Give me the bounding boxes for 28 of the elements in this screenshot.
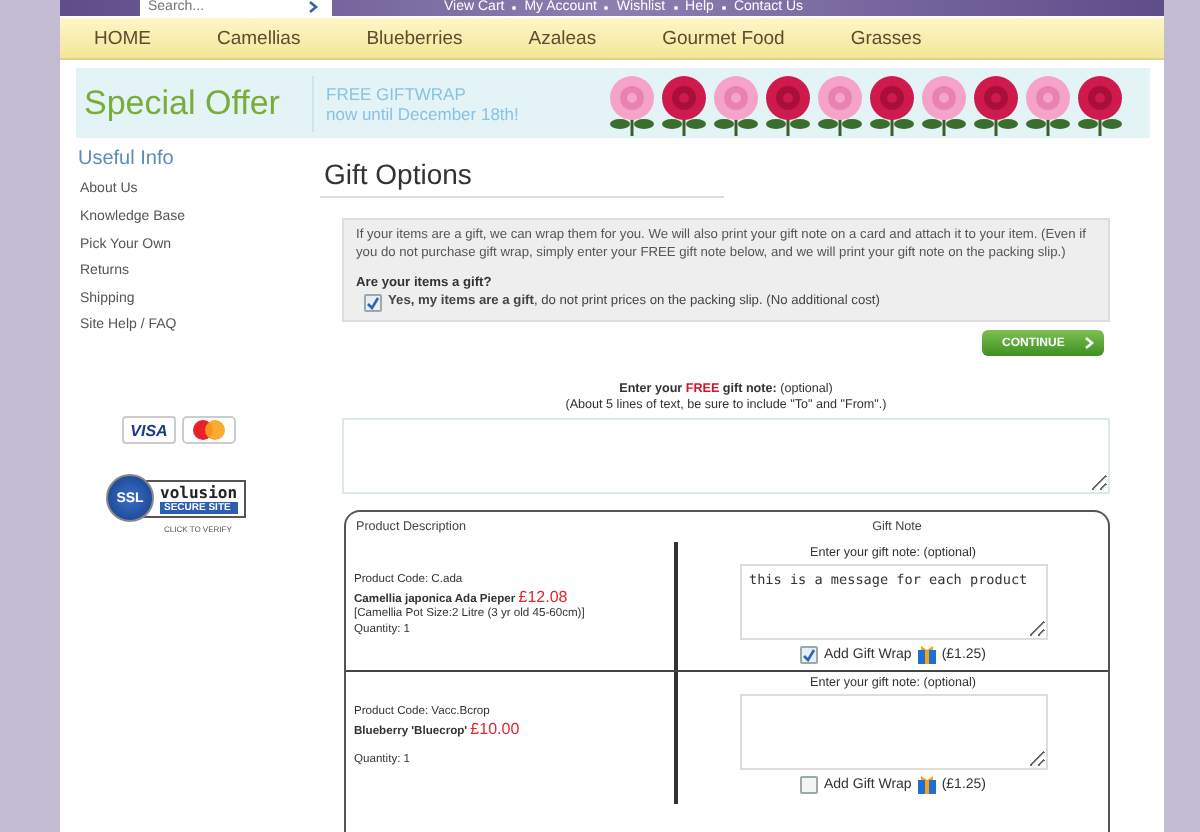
card-logo: VISA: [122, 416, 176, 445]
badge-brand: volusion: [160, 483, 238, 502]
gift-note-field[interactable]: [739, 694, 1047, 770]
bullet-icon: [604, 5, 609, 10]
gift-icon: [917, 776, 936, 794]
checkbox[interactable]: [799, 646, 818, 664]
product-price: £10.00: [470, 719, 520, 738]
page-title: Gift Options: [320, 158, 724, 199]
banner-title: Special Offer: [84, 83, 282, 124]
chevron-right-icon: [1084, 336, 1094, 350]
product-price: £12.08: [518, 587, 568, 605]
banner-text: FREE GIFTWRAP: [326, 83, 468, 104]
gift-icon: [917, 646, 936, 664]
nav-link[interactable]: Grasses: [850, 27, 922, 50]
banner-text: now until December 18th!: [326, 103, 521, 124]
mastercard-logo-icon: [182, 416, 236, 445]
bullet-icon: [673, 5, 678, 10]
nav-link[interactable]: Camellias: [217, 27, 301, 50]
bullet-icon: [512, 5, 517, 10]
checkbox[interactable]: [364, 294, 382, 312]
nav-link[interactable]: Azaleas: [528, 27, 597, 50]
bullet-icon: [721, 5, 726, 10]
nav-link[interactable]: Blueberries: [366, 27, 463, 50]
nav-link[interactable]: HOME: [94, 27, 151, 50]
checkbox[interactable]: [799, 776, 818, 794]
nav-link[interactable]: Gourmet Food: [662, 27, 785, 50]
gift-note-field[interactable]: [342, 418, 1110, 494]
sidebar-heading: Useful Info: [78, 148, 176, 171]
